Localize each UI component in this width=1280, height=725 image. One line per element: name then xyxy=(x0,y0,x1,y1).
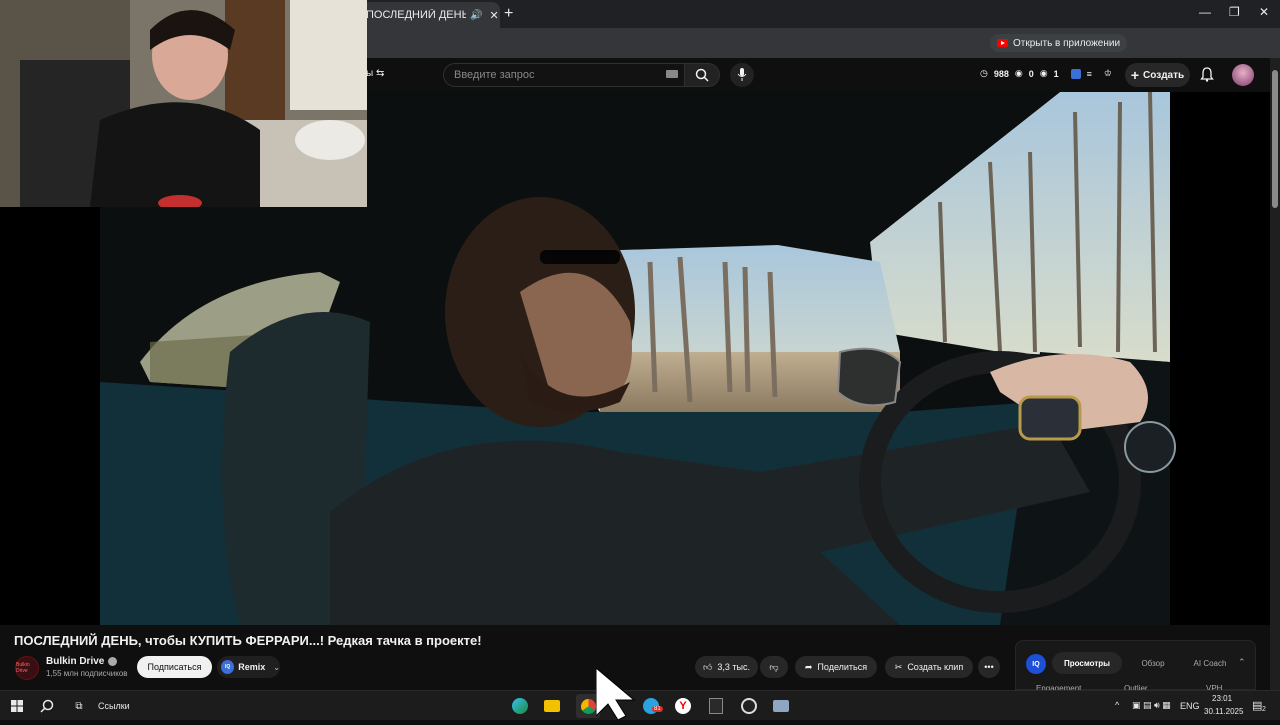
eye-icon: ◉ xyxy=(1014,68,1023,78)
chevron-down-icon: ⌄ xyxy=(273,662,280,672)
mouse-cursor-icon xyxy=(595,666,646,725)
tab-views[interactable]: Просмотры xyxy=(1052,652,1122,674)
open-in-app-label: Открыть в приложении xyxy=(1013,37,1121,49)
search-icon[interactable] xyxy=(38,697,56,715)
video-title: ПОСЛЕДНИЙ ДЕНЬ, чтобы КУПИТЬ ФЕРРАРИ...!… xyxy=(14,633,482,648)
like-button[interactable]: 👍︎ 3,3 тыс. xyxy=(695,656,758,678)
extension-icon[interactable] xyxy=(1070,68,1081,79)
analytics-panel: IQ Просмотры Обзор AI Coach ⌃ Engagement… xyxy=(1015,640,1256,693)
share-button[interactable]: ➦ Поделиться xyxy=(795,656,877,678)
bell-icon xyxy=(1200,67,1214,82)
badge-icon[interactable]: ♔ xyxy=(1104,68,1112,79)
search-input[interactable]: Введите запрос xyxy=(443,63,685,87)
language-indicator[interactable]: ENG xyxy=(1180,701,1200,711)
speaker-icon[interactable]: 🔊 xyxy=(470,10,482,21)
list-icon[interactable]: ≡ xyxy=(1087,69,1092,79)
window-close-button[interactable]: ✕ xyxy=(1259,5,1269,19)
clip-label: Создать клип xyxy=(907,662,964,672)
more-actions-button[interactable]: ••• xyxy=(978,656,1000,678)
close-icon[interactable]: ✕ xyxy=(489,9,498,22)
more-horiz-icon: ••• xyxy=(984,662,994,672)
notifications-icon[interactable]: ▤ xyxy=(1252,699,1262,712)
webcam-overlay xyxy=(0,0,367,207)
verified-icon xyxy=(108,657,118,666)
scrollbar-thumb[interactable] xyxy=(1272,70,1278,208)
tray-icons[interactable]: ▣ ▤ 🔊︎ ▦ xyxy=(1132,700,1171,711)
file-explorer-icon[interactable] xyxy=(543,697,561,715)
like-count: 3,3 тыс. xyxy=(717,662,750,672)
thumbs-down-icon: 👎︎ xyxy=(769,661,779,672)
guide-chip-label[interactable]: ы ⇆ xyxy=(366,68,384,79)
stat-b: 0 xyxy=(1028,68,1034,79)
mic-icon xyxy=(737,68,747,81)
tab-overview[interactable]: Обзор xyxy=(1124,652,1182,674)
task-view-icon[interactable]: ⧉ xyxy=(70,697,88,715)
subscribe-button[interactable]: Подписаться xyxy=(137,656,212,678)
scissors-icon: ✂ xyxy=(894,661,903,672)
share-label: Поделиться xyxy=(817,662,868,672)
chevron-up-icon[interactable]: ⌃ xyxy=(1238,657,1246,668)
epic-games-icon[interactable] xyxy=(707,697,725,715)
webcam-feed xyxy=(0,0,367,207)
search-icon xyxy=(695,68,709,82)
voice-search-button[interactable] xyxy=(730,63,754,87)
subscriber-count: 1,55 млн подписчиков xyxy=(46,669,128,678)
youtube-icon xyxy=(997,39,1008,47)
telegram-badge: 81 xyxy=(652,706,663,712)
remix-button[interactable]: IQ Remix ⌄ xyxy=(217,656,280,678)
yandex-icon[interactable]: Y xyxy=(674,697,692,715)
channel-name[interactable]: Bulkin Drive xyxy=(46,656,118,667)
remix-label: Remix xyxy=(238,662,266,672)
windows-start-icon[interactable] xyxy=(8,697,26,715)
tab-ai-coach[interactable]: AI Coach xyxy=(1184,652,1236,674)
create-label: Создать xyxy=(1143,69,1185,81)
obs-icon[interactable] xyxy=(740,697,758,715)
channel-avatar[interactable]: Bulkin Drive xyxy=(15,656,39,680)
stat-a: 988 xyxy=(993,68,1009,79)
clock-time[interactable]: 23:01 xyxy=(1212,694,1232,703)
page-scrollbar[interactable] xyxy=(1270,58,1280,690)
clip-button[interactable]: ✂ Создать клип xyxy=(885,656,973,678)
notification-count: 2 xyxy=(1262,706,1266,713)
edge-icon[interactable] xyxy=(511,697,529,715)
plus-icon: + xyxy=(1130,67,1140,83)
dislike-button[interactable]: 👎︎ xyxy=(760,656,788,678)
account-avatar[interactable] xyxy=(1232,64,1254,86)
panel-logo: IQ xyxy=(1026,654,1046,674)
notifications-button[interactable] xyxy=(1200,67,1214,87)
tray-chevron-icon[interactable]: ^ xyxy=(1115,700,1119,710)
new-tab-button[interactable]: + xyxy=(504,5,513,23)
browser-tab-active[interactable]: ПОСЛЕДНИЙ ДЕНЬ, чтобы 🔊 ✕ xyxy=(356,2,500,28)
links-label[interactable]: Ссылки xyxy=(98,701,130,711)
keyboard-icon[interactable] xyxy=(666,70,678,78)
tab-title: ПОСЛЕДНИЙ ДЕНЬ, чтобы xyxy=(366,9,466,21)
eye-icon: ◉ xyxy=(1039,68,1048,78)
open-in-app-button[interactable]: Открыть в приложении xyxy=(990,34,1128,52)
app-icon[interactable] xyxy=(772,697,790,715)
channel-name-label: Bulkin Drive xyxy=(46,656,105,667)
search-button[interactable] xyxy=(684,63,720,87)
remix-icon: IQ xyxy=(221,660,235,674)
create-button[interactable]: + Создать xyxy=(1125,63,1190,87)
extension-stats: ◷ 988 ◉ 0 ◉ 1 ≡ ♔ xyxy=(980,68,1112,79)
clock-date[interactable]: 30.11.2025 xyxy=(1204,707,1243,716)
maximize-button[interactable]: ❐ xyxy=(1229,5,1240,19)
share-icon: ➦ xyxy=(804,661,813,672)
minimize-button[interactable]: — xyxy=(1199,5,1211,19)
clock-icon: ◷ xyxy=(980,68,988,78)
stat-c: 1 xyxy=(1053,68,1059,79)
thumbs-up-icon: 👍︎ xyxy=(702,661,713,672)
